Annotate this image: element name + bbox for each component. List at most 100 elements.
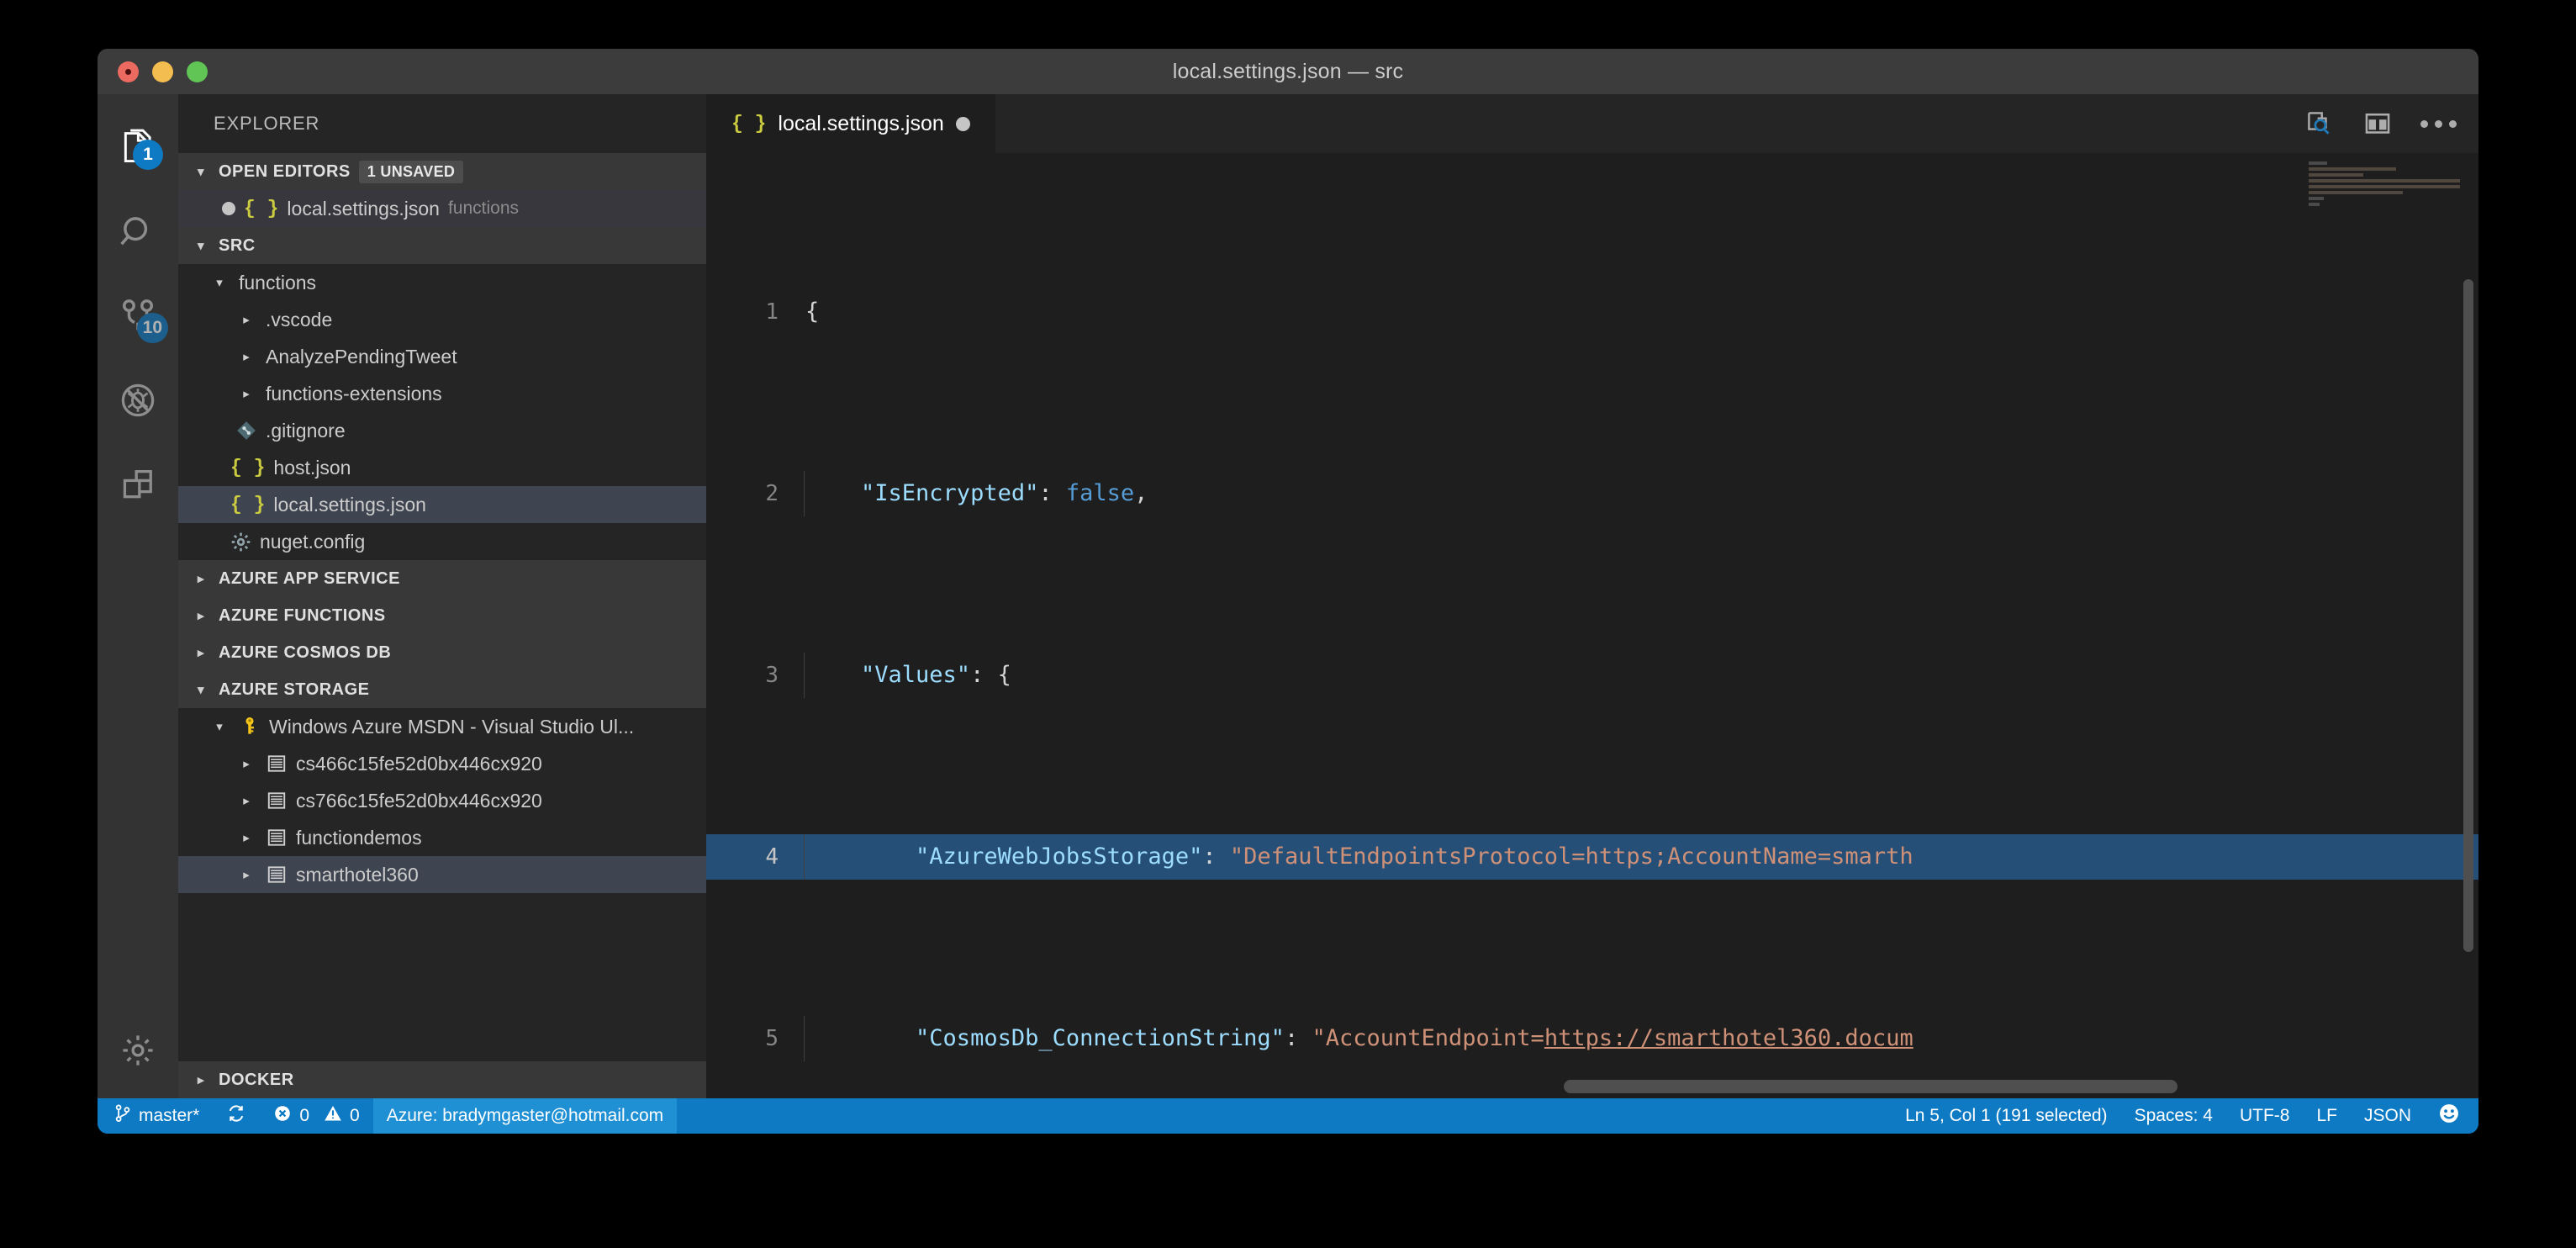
error-icon [273, 1104, 292, 1128]
status-azure-account[interactable]: Azure: bradymgaster@hotmail.com [372, 1098, 678, 1134]
chevron-right-icon: ▸ [197, 1072, 205, 1087]
chevron-right-icon: ▸ [243, 350, 250, 364]
status-problems[interactable]: 0 0 [260, 1098, 372, 1134]
zoom-button[interactable] [187, 61, 208, 82]
section-label: AZURE APP SERVICE [219, 568, 400, 588]
vertical-scrollbar[interactable] [2463, 279, 2473, 952]
activitybar-item-debug[interactable] [98, 358, 178, 442]
section-label: AZURE COSMOS DB [219, 643, 392, 662]
screen: local.settings.json — src 1 10 EXPLORER … [0, 0, 2576, 1248]
azure-account-item[interactable]: ▾ Windows Azure MSDN - Visual Studio Ul.… [178, 708, 706, 745]
more-actions-icon[interactable] [2420, 119, 2457, 128]
code-line-selected: 4 "AzureWebJobsStorage": "DefaultEndpoin… [706, 834, 2478, 880]
status-sync[interactable] [213, 1098, 260, 1134]
tree-item-vscode[interactable]: ▸ .vscode [178, 301, 706, 338]
chevron-down-icon: ▾ [216, 276, 223, 290]
tree-item-host-json[interactable]: { } host.json [178, 449, 706, 486]
section-azure-storage[interactable]: ▾ AZURE STORAGE [178, 671, 706, 708]
json-icon: { } [244, 198, 279, 219]
status-eol[interactable]: LF [2303, 1098, 2351, 1134]
chevron-down-icon: ▾ [197, 238, 205, 253]
traffic-lights [118, 61, 208, 82]
storage-account-label: cs466c15fe52d0bx446cx920 [296, 752, 542, 775]
status-bar: master* 0 0 Azure: bradymgaster@hotmail.… [98, 1098, 2478, 1134]
horizontal-scrollbar[interactable] [1564, 1080, 2177, 1093]
activitybar-item-explorer[interactable]: 1 [98, 106, 178, 190]
section-label: DOCKER [219, 1070, 294, 1089]
status-language-mode[interactable]: JSON [2351, 1098, 2425, 1134]
extensions-icon [119, 466, 156, 503]
section-open-editors[interactable]: ▾ OPEN EDITORS 1 UNSAVED [178, 153, 706, 190]
open-editor-item[interactable]: { } local.settings.json functions [178, 190, 706, 227]
close-button[interactable] [118, 61, 139, 82]
tree-item-nuget-config[interactable]: nuget.config [178, 523, 706, 560]
code-line: 1 { [706, 289, 2478, 335]
unsaved-badge: 1 UNSAVED [358, 160, 464, 183]
section-docker[interactable]: ▸ DOCKER [178, 1061, 706, 1098]
open-editor-filename: local.settings.json [287, 197, 440, 219]
status-branch[interactable]: master* [98, 1098, 213, 1134]
section-azure-cosmos-db[interactable]: ▸ AZURE COSMOS DB [178, 634, 706, 671]
line-text: "Values": { [806, 662, 1011, 688]
code-editor[interactable]: 1 { 2 "IsEncrypted": false, 3 "Values": … [706, 153, 2478, 1098]
storage-account-item[interactable]: ▸ functiondemos [178, 819, 706, 856]
dirty-indicator[interactable] [222, 202, 235, 215]
activitybar-item-extensions[interactable] [98, 442, 178, 526]
activitybar-item-search[interactable] [98, 190, 178, 274]
open-preview-icon[interactable] [2304, 108, 2335, 139]
window-title: local.settings.json — src [1172, 59, 1404, 83]
gear-icon [119, 1032, 156, 1073]
minimap[interactable] [2309, 153, 2460, 1098]
status-encoding[interactable]: UTF-8 [2226, 1098, 2304, 1134]
tab-local-settings-json[interactable]: { } local.settings.json [706, 94, 996, 153]
code-line: 2 "IsEncrypted": false, [706, 471, 2478, 516]
tree-item-label: host.json [273, 456, 351, 479]
language-text: JSON [2363, 1106, 2411, 1125]
status-feedback[interactable] [2425, 1098, 2478, 1134]
status-cursor-position[interactable]: Ln 5, Col 1 (191 selected) [1892, 1098, 2120, 1134]
activitybar-item-source-control[interactable]: 10 [98, 274, 178, 358]
tree-item-functions[interactable]: ▾ functions [178, 264, 706, 301]
debug-no-icon [119, 381, 157, 420]
branch-icon [114, 1104, 131, 1128]
tab-dirty-indicator[interactable] [955, 116, 970, 131]
section-azure-app-service[interactable]: ▸ AZURE APP SERVICE [178, 560, 706, 597]
tree-item-label: AnalyzePendingTweet [266, 345, 457, 368]
minimize-button[interactable] [152, 61, 173, 82]
storage-account-label: functiondemos [296, 826, 422, 849]
chevron-right-icon: ▸ [243, 313, 250, 327]
storage-account-item-smarthotel360[interactable]: ▸ smarthotel360 [178, 856, 706, 893]
tree-item-analyzependingtweet[interactable]: ▸ AnalyzePendingTweet [178, 338, 706, 375]
sidebar-filler [178, 893, 706, 1061]
line-number: 5 [765, 1026, 779, 1051]
key-icon [239, 716, 261, 738]
tree-item-functions-extensions[interactable]: ▸ functions-extensions [178, 375, 706, 412]
json-icon: { } [731, 113, 767, 135]
status-indentation[interactable]: Spaces: 4 [2121, 1098, 2226, 1134]
activitybar-item-manage[interactable] [98, 1006, 178, 1098]
storage-account-item[interactable]: ▸ cs766c15fe52d0bx446cx920 [178, 782, 706, 819]
tree-item-gitignore[interactable]: .gitignore [178, 412, 706, 449]
line-number: 1 [765, 299, 779, 325]
storage-account-label: smarthotel360 [296, 863, 419, 886]
section-label: AZURE FUNCTIONS [219, 605, 386, 625]
tree-item-label: functions-extensions [266, 382, 442, 405]
azure-account-label: Windows Azure MSDN - Visual Studio Ul... [269, 715, 635, 738]
activity-bar: 1 10 [98, 94, 178, 1098]
chevron-right-icon: ▸ [243, 757, 250, 771]
storage-icon [266, 753, 288, 775]
section-azure-functions[interactable]: ▸ AZURE FUNCTIONS [178, 597, 706, 634]
open-editor-folder: functions [447, 198, 520, 218]
status-right: Ln 5, Col 1 (191 selected) Spaces: 4 UTF… [1892, 1098, 2478, 1134]
code-content: 1 { 2 "IsEncrypted": false, 3 "Values": … [706, 153, 2478, 1098]
search-icon [119, 213, 157, 251]
storage-account-item[interactable]: ▸ cs466c15fe52d0bx446cx920 [178, 745, 706, 782]
smiley-icon [2438, 1103, 2460, 1129]
chevron-right-icon: ▸ [243, 387, 250, 401]
warning-count: 0 [350, 1106, 360, 1125]
tree-item-local-settings-json[interactable]: { } local.settings.json [178, 486, 706, 523]
tree-item-label: functions [239, 271, 317, 293]
storage-account-label: cs766c15fe52d0bx446cx920 [296, 789, 542, 812]
section-src[interactable]: ▾ SRC [178, 227, 706, 264]
split-editor-icon[interactable] [2363, 109, 2392, 138]
